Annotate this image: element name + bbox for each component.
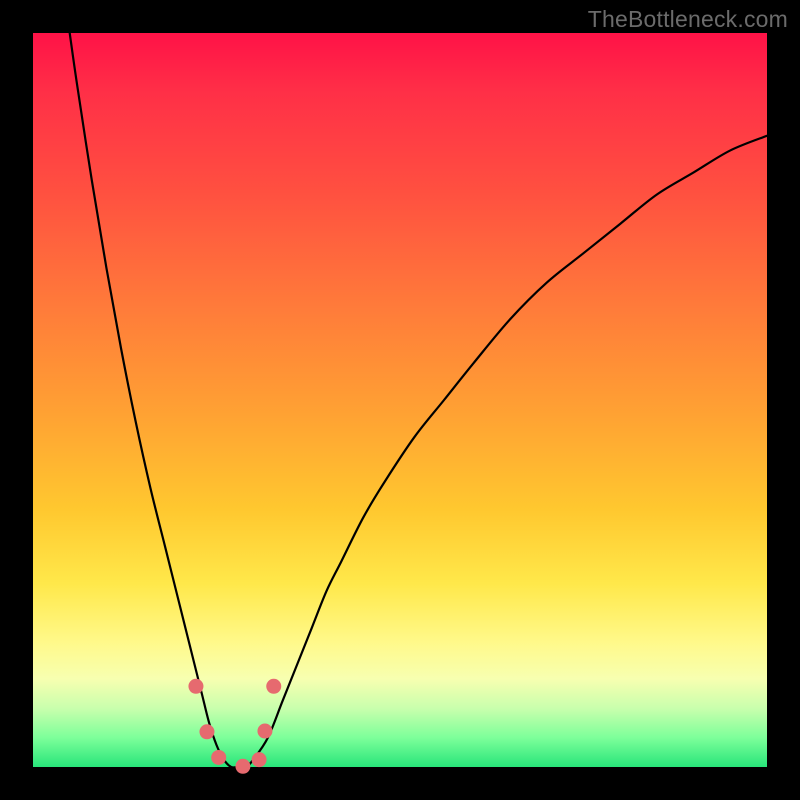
marker-dot [252, 752, 267, 767]
marker-dot [257, 724, 272, 739]
plot-area [33, 33, 767, 767]
marker-dot [199, 724, 214, 739]
marker-dot [266, 679, 281, 694]
chart-svg [33, 33, 767, 767]
marker-dot [235, 759, 250, 774]
chart-frame: TheBottleneck.com [0, 0, 800, 800]
marker-dot [211, 750, 226, 765]
bottleneck-curve [70, 33, 767, 768]
watermark-text: TheBottleneck.com [588, 6, 788, 33]
curve-group [70, 33, 767, 768]
marker-dot [188, 679, 203, 694]
